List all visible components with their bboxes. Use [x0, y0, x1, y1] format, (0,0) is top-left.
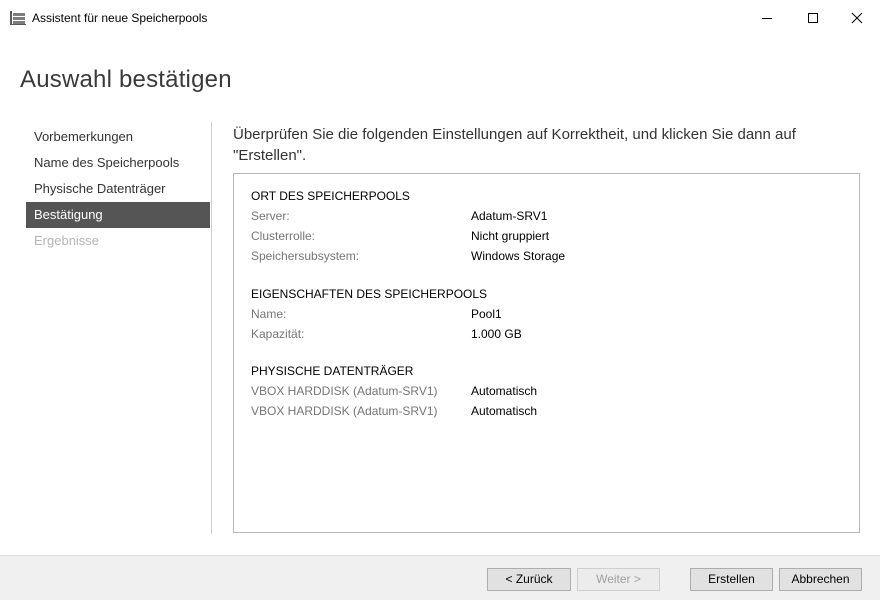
summary-row: Kapazität: 1.000 GB: [251, 324, 851, 344]
nav-item-confirmation[interactable]: Bestätigung: [26, 202, 210, 228]
section-disks: PHYSISCHE DATENTRÄGER VBOX HARDDISK (Ada…: [251, 361, 851, 421]
row-value: Nicht gruppiert: [471, 229, 550, 243]
summary-row: Name: Pool1: [251, 304, 851, 324]
section-location: ORT DES SPEICHERPOOLS Server: Adatum-SRV…: [251, 186, 851, 266]
nav-item-physical-disks[interactable]: Physische Datenträger: [26, 176, 210, 202]
wizard-footer: < Zurück Weiter > Erstellen Abbrechen: [0, 555, 880, 600]
minimize-icon: [762, 18, 772, 19]
maximize-icon: [808, 13, 818, 23]
nav-item-results: Ergebnisse: [34, 233, 100, 248]
close-icon: [851, 12, 863, 24]
minimize-button[interactable]: [744, 0, 790, 36]
window-title: Assistent für neue Speicherpools: [32, 11, 208, 25]
summary-row: Speichersubsystem: Windows Storage: [251, 246, 851, 266]
summary-row: Clusterrolle: Nicht gruppiert: [251, 226, 851, 246]
row-key: Server:: [251, 209, 290, 223]
row-value: Adatum-SRV1: [471, 209, 548, 223]
page-title: Auswahl bestätigen: [20, 66, 232, 93]
summary-box: ORT DES SPEICHERPOOLS Server: Adatum-SRV…: [233, 173, 860, 533]
nav-item-pool-name[interactable]: Name des Speicherpools: [26, 150, 210, 176]
back-button[interactable]: < Zurück: [487, 568, 571, 591]
row-value: Automatisch: [471, 404, 538, 418]
summary-row: VBOX HARDDISK (Adatum-SRV1) Automatisch: [251, 381, 851, 401]
row-key: Kapazität:: [251, 327, 305, 341]
row-key: Speichersubsystem:: [251, 249, 360, 263]
row-value: 1.000 GB: [471, 327, 522, 341]
section-title: EIGENSCHAFTEN DES SPEICHERPOOLS: [251, 287, 488, 301]
title-bar: Assistent für neue Speicherpools: [0, 0, 880, 36]
cancel-button[interactable]: Abbrechen: [779, 568, 862, 591]
section-title: PHYSISCHE DATENTRÄGER: [251, 364, 414, 378]
row-key: VBOX HARDDISK (Adatum-SRV1): [251, 404, 438, 418]
row-value: Windows Storage: [471, 249, 566, 263]
row-value: Automatisch: [471, 384, 538, 398]
next-button: Weiter >: [577, 568, 660, 591]
row-key: VBOX HARDDISK (Adatum-SRV1): [251, 384, 438, 398]
section-properties: EIGENSCHAFTEN DES SPEICHERPOOLS Name: Po…: [251, 284, 851, 344]
summary-row: VBOX HARDDISK (Adatum-SRV1) Automatisch: [251, 401, 851, 421]
create-button[interactable]: Erstellen: [690, 568, 773, 591]
row-key: Clusterrolle:: [251, 229, 316, 243]
summary-row: Server: Adatum-SRV1: [251, 206, 851, 226]
row-value: Pool1: [471, 307, 502, 321]
close-button[interactable]: [834, 0, 880, 36]
wizard-steps-nav: Vorbemerkungen Name des Speicherpools Ph…: [26, 124, 210, 254]
storage-pool-icon: [10, 11, 26, 25]
wizard-window: Assistent für neue Speicherpools Auswahl…: [0, 0, 880, 600]
intro-text: Überprüfen Sie die folgenden Einstellung…: [233, 126, 796, 164]
section-title: ORT DES SPEICHERPOOLS: [251, 189, 410, 203]
row-key: Name:: [251, 307, 287, 321]
nav-divider: [211, 122, 212, 534]
nav-item-vorbemerkungen[interactable]: Vorbemerkungen: [26, 124, 210, 150]
maximize-button[interactable]: [790, 0, 836, 36]
